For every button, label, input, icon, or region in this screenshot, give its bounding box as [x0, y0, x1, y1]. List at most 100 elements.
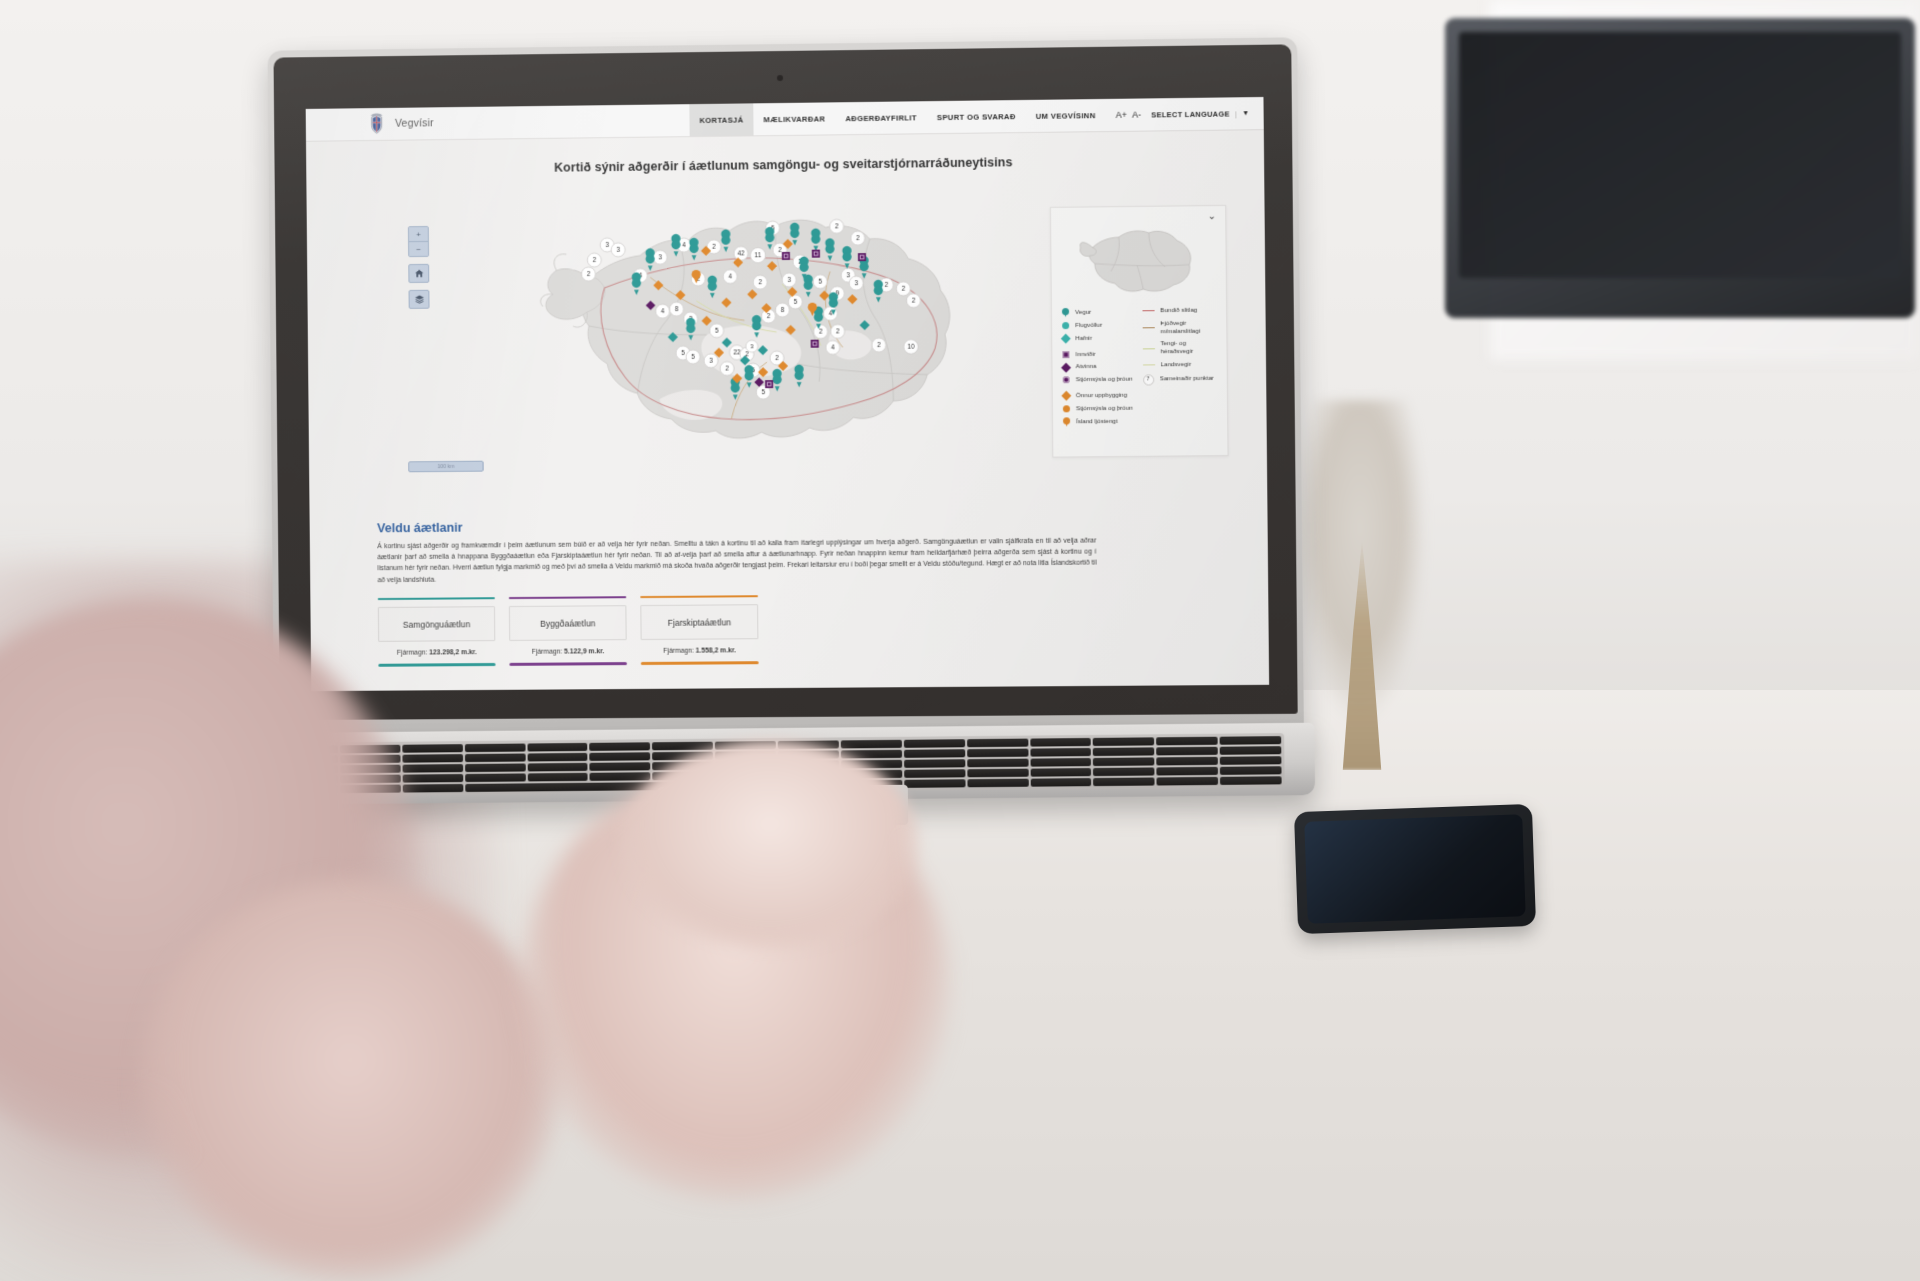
- legend-item[interactable]: Stjórnsýsla og þróun: [1062, 375, 1137, 384]
- key[interactable]: [1030, 778, 1092, 787]
- key[interactable]: [966, 738, 1028, 748]
- key[interactable]: [903, 739, 965, 748]
- key[interactable]: [402, 784, 463, 793]
- legend-label: Stjórnsýsla og þróun: [1075, 375, 1133, 384]
- key[interactable]: [527, 762, 588, 772]
- key[interactable]: [966, 758, 1029, 768]
- key[interactable]: [1030, 768, 1092, 777]
- legend-item[interactable]: Tengi- og héraðsvegir: [1142, 340, 1216, 356]
- key[interactable]: [967, 778, 1029, 788]
- laptop-screen: Vegvísir KORTASJÁ MÆLIKVARÐAR AÐGERÐAYFI…: [305, 96, 1270, 692]
- key[interactable]: [589, 762, 651, 771]
- key[interactable]: [1156, 756, 1218, 766]
- plan-button-fjarskiptaaetlun[interactable]: Fjarskiptaáætlun: [640, 604, 759, 641]
- key[interactable]: [1029, 748, 1092, 757]
- key[interactable]: [464, 753, 526, 763]
- key[interactable]: [903, 749, 965, 758]
- key[interactable]: [1030, 758, 1092, 767]
- key[interactable]: [840, 739, 902, 749]
- zoom-out-button[interactable]: −: [409, 240, 429, 257]
- key[interactable]: [1219, 736, 1282, 745]
- map-cluster: 2: [870, 337, 886, 353]
- plan-amount-label: Fjármagn:: [396, 649, 428, 657]
- nav-item-kortasja[interactable]: KORTASJÁ: [689, 103, 754, 137]
- coat-of-arms-icon: [367, 113, 386, 135]
- chevron-down-icon[interactable]: ▼: [1242, 110, 1249, 117]
- plan-selection-section: Veldu áætlanir Á kortinu sjást aðgerðir …: [377, 514, 1247, 667]
- legend-label: Sameinaðir punktar: [1159, 374, 1214, 383]
- key[interactable]: [1219, 746, 1282, 755]
- font-increase-button[interactable]: A+: [1116, 110, 1127, 120]
- nav-item-um-vegvisinn[interactable]: UM VEGVÍSINN: [1026, 99, 1106, 132]
- legend-item[interactable]: Vegur: [1062, 307, 1136, 317]
- legend-item[interactable]: Flugvöllur: [1062, 321, 1136, 330]
- key[interactable]: [464, 763, 526, 773]
- legend-item[interactable]: Atvinna: [1061, 362, 1137, 373]
- map-cluster: 8: [669, 301, 685, 317]
- key[interactable]: [527, 752, 588, 762]
- key[interactable]: [1093, 757, 1155, 767]
- plan-accent-bottom: [509, 662, 627, 666]
- plan-button-byggdaaetlun[interactable]: Byggðaáætlun: [508, 605, 627, 642]
- legend-item[interactable]: Ísland ljóstengt: [1063, 417, 1137, 427]
- chevron-down-icon[interactable]: ⌄: [1208, 211, 1217, 222]
- nav-item-spurt-og-svarad[interactable]: SPURT OG SVARAÐ: [927, 100, 1026, 133]
- key[interactable]: [904, 779, 966, 788]
- map-legend[interactable]: ⌄ Vegur Flugvöllur Hafnir Innviðir Atvin…: [1049, 204, 1229, 458]
- key[interactable]: [589, 752, 651, 761]
- key[interactable]: [589, 772, 651, 781]
- key[interactable]: [402, 764, 463, 773]
- legend-item[interactable]: Hafnir: [1060, 333, 1136, 344]
- svg-text:2: 2: [836, 329, 840, 336]
- legend-item[interactable]: 7 Sameinaðir punktar: [1142, 373, 1217, 386]
- plan-button-samgonguaetlun[interactable]: Samgönguáætlun: [377, 606, 496, 643]
- key[interactable]: [402, 754, 463, 763]
- nav-item-maelikvardar[interactable]: MÆLIKVARÐAR: [753, 102, 835, 135]
- key[interactable]: [1156, 766, 1219, 776]
- legend-item[interactable]: Stjórnsýsla og þróun: [1062, 404, 1137, 413]
- key[interactable]: [652, 741, 714, 751]
- screen-bezel: Vegvísir KORTASJÁ MÆLIKVARÐAR AÐGERÐAYFI…: [273, 44, 1298, 721]
- home-icon[interactable]: [408, 263, 430, 284]
- key[interactable]: [1093, 767, 1155, 777]
- brand[interactable]: Vegvísir: [367, 112, 434, 135]
- key[interactable]: [1029, 737, 1092, 747]
- layers-icon[interactable]: [408, 289, 430, 309]
- key[interactable]: [1093, 777, 1155, 787]
- key[interactable]: [402, 744, 463, 753]
- svg-text:42: 42: [737, 251, 745, 258]
- key[interactable]: [966, 748, 1029, 758]
- key[interactable]: [1156, 736, 1218, 746]
- language-selector[interactable]: SELECT LANGUAGE | ▼: [1151, 109, 1249, 119]
- zoom-in-button[interactable]: +: [408, 226, 428, 242]
- key[interactable]: [903, 769, 966, 778]
- font-decrease-button[interactable]: A-: [1132, 110, 1141, 120]
- key[interactable]: [464, 773, 526, 783]
- key[interactable]: [903, 759, 965, 768]
- key[interactable]: [527, 772, 588, 782]
- key[interactable]: [464, 743, 526, 753]
- legend-item[interactable]: Landsvegir: [1142, 360, 1216, 369]
- legend-item[interactable]: Önnur uppbygging: [1061, 390, 1137, 401]
- key[interactable]: [966, 768, 1029, 778]
- iceland-minimap[interactable]: [1061, 214, 1216, 308]
- key[interactable]: [1219, 756, 1282, 765]
- key[interactable]: [1093, 737, 1155, 746]
- key[interactable]: [1220, 766, 1282, 775]
- key[interactable]: [1093, 747, 1155, 757]
- key[interactable]: [1156, 776, 1219, 786]
- key[interactable]: [402, 774, 463, 783]
- legend-item[interactable]: Bundið slitlag: [1141, 306, 1216, 315]
- key[interactable]: [527, 742, 588, 752]
- svg-text:2: 2: [593, 257, 597, 264]
- user-hand-left: [140, 880, 560, 1280]
- map-container[interactable]: + − 100 km 2 2 3 3 2 3 4 2 42 11 2 2 2 4…: [322, 175, 1251, 514]
- legend-item[interactable]: Innviðir: [1062, 350, 1136, 359]
- innvidir-square-icon: [1062, 351, 1070, 359]
- key[interactable]: [589, 742, 651, 751]
- key[interactable]: [1156, 746, 1218, 756]
- key[interactable]: [1220, 776, 1282, 785]
- iceland-map[interactable]: 6 2 2 3 3 2 3 4 2 42: [530, 181, 1003, 506]
- legend-item[interactable]: Þjóðvegir m/malarslitlagi: [1142, 319, 1216, 335]
- nav-item-adgerdayfirlit[interactable]: AÐGERÐAYFIRLIT: [835, 101, 927, 134]
